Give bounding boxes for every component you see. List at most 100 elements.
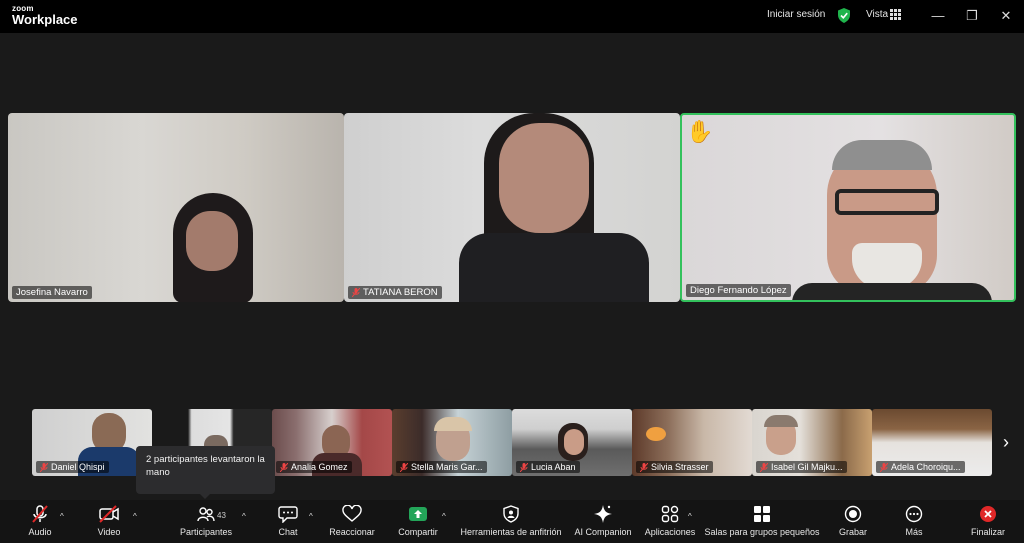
end-call-icon (977, 504, 999, 524)
tile-nametag: TATIANA BERON (348, 286, 442, 299)
mic-muted-icon (520, 462, 528, 472)
tile-nametag: Adela Choroiqu... (876, 461, 965, 473)
mic-muted-icon (352, 288, 360, 297)
tile-nametag: Josefina Navarro (12, 286, 92, 299)
chat-options-caret[interactable]: ^ (309, 512, 313, 521)
tile-nametag: Stella Maris Gar... (396, 461, 487, 473)
participants-options-caret[interactable]: ^ (242, 512, 246, 521)
share-options-caret[interactable]: ^ (442, 512, 446, 521)
mic-muted-icon (640, 462, 648, 472)
chat-button[interactable]: Chat (276, 504, 300, 542)
raised-hands-tooltip: 2 participantes levantaron la mano (136, 446, 275, 494)
participant-face (564, 429, 584, 455)
video-tile-diego[interactable]: ✋ Diego Fernando López (680, 113, 1016, 302)
security-shield-icon[interactable] (837, 8, 851, 23)
close-window-button[interactable]: ✕ (996, 7, 1016, 25)
tile-nametag: Isabel Gil Majku... (756, 461, 847, 473)
ai-companion-button[interactable]: AI Companion (572, 504, 634, 542)
tile-nametag: Analia Gomez (276, 461, 352, 473)
participant-shirt (792, 283, 992, 300)
participants-button[interactable]: Participantes (180, 504, 232, 542)
grid-view-icon[interactable] (890, 9, 901, 20)
video-options-caret[interactable]: ^ (133, 512, 137, 521)
strip-tile-isabel[interactable]: Isabel Gil Majku... (752, 409, 872, 476)
strip-tile-daniel[interactable]: Daniel Qhispi (32, 409, 152, 476)
tile-name: Silvia Strasser (651, 462, 709, 472)
tile-name: Josefina Navarro (16, 287, 88, 298)
record-label: Grabar (838, 527, 867, 537)
apps-icon (659, 504, 681, 524)
participant-hair (764, 415, 798, 427)
share-button[interactable]: Compartir (396, 504, 440, 542)
record-button[interactable]: Grabar (838, 504, 868, 542)
strip-tile-analia[interactable]: Analia Gomez (272, 409, 392, 476)
breakout-rooms-button[interactable]: Salas para grupos pequeños (704, 504, 820, 542)
tile-name: Stella Maris Gar... (411, 462, 483, 472)
restore-button[interactable]: ❐ (962, 7, 982, 25)
logo-big: Workplace (12, 12, 78, 27)
tile-name: Lucia Aban (531, 462, 576, 472)
tooltip-pointer (199, 493, 211, 499)
mic-muted-icon (280, 462, 288, 472)
tile-name: Daniel Qhispi (51, 462, 105, 472)
breakout-rooms-label: Salas para grupos pequeños (704, 527, 820, 537)
ai-companion-label: AI Companion (574, 527, 632, 537)
zoom-logo: zoom Workplace (12, 5, 78, 27)
participants-icon (195, 504, 217, 524)
audio-button[interactable]: Audio (25, 504, 55, 542)
tile-nametag: Diego Fernando López (686, 284, 791, 297)
tile-nametag: Daniel Qhispi (36, 461, 109, 473)
video-tile-josefina[interactable]: Josefina Navarro (8, 113, 344, 302)
more-label: Más (905, 527, 923, 537)
more-button[interactable]: Más (900, 504, 928, 542)
participant-glasses (835, 189, 939, 215)
participant-face (499, 123, 589, 233)
apps-button[interactable]: Aplicaciones (644, 504, 696, 542)
mic-muted-icon (760, 462, 768, 472)
audio-options-caret[interactable]: ^ (60, 512, 64, 521)
apps-options-caret[interactable]: ^ (688, 512, 692, 521)
video-label: Video (97, 527, 121, 537)
tile-name: Diego Fernando López (690, 285, 787, 296)
participants-label: Participantes (179, 527, 233, 537)
mic-muted-icon (29, 504, 51, 524)
video-tile-tatiana[interactable]: TATIANA BERON (344, 113, 680, 302)
host-tools-label: Herramientas de anfitrión (460, 527, 562, 537)
strip-tile-lucia[interactable]: Lucia Aban (512, 409, 632, 476)
participant-hair (832, 140, 932, 170)
react-button[interactable]: Reaccionar (328, 504, 376, 542)
participant-shirt (459, 233, 649, 302)
strip-tile-stella[interactable]: Stella Maris Gar... (392, 409, 512, 476)
react-label: Reaccionar (329, 527, 375, 537)
tile-name: TATIANA BERON (363, 287, 438, 298)
mic-muted-icon (400, 462, 408, 472)
end-meeting-button[interactable]: Finalizar (970, 504, 1006, 542)
host-tools-button[interactable]: Herramientas de anfitrión (460, 504, 562, 542)
video-button[interactable]: Video (94, 504, 124, 542)
participant-hair (434, 417, 472, 431)
chat-label: Chat (278, 527, 298, 537)
view-button[interactable]: Vista (866, 9, 888, 20)
signin-link[interactable]: Iniciar sesión (767, 9, 825, 20)
share-screen-icon (407, 504, 429, 524)
participant-face (186, 211, 238, 271)
minimize-button[interactable]: — (928, 7, 948, 25)
host-shield-icon (500, 504, 522, 524)
chat-icon (277, 504, 299, 524)
sparkle-icon (592, 504, 614, 524)
strip-tile-silvia[interactable]: Silvia Strasser (632, 409, 752, 476)
next-page-arrow-icon[interactable]: › (1003, 432, 1017, 452)
video-off-icon (98, 504, 120, 524)
tile-nametag: Lucia Aban (516, 461, 580, 473)
meeting-toolbar: Audio ^ Video ^ Participantes 43 ^ Chat … (0, 500, 1024, 543)
strip-tile-adela[interactable]: Adela Choroiqu... (872, 409, 992, 476)
end-meeting-label: Finalizar (970, 527, 1005, 537)
more-icon (903, 504, 925, 524)
record-icon (842, 504, 864, 524)
lamp-light (646, 427, 666, 441)
tile-nametag: Silvia Strasser (636, 461, 713, 473)
apps-label: Aplicaciones (644, 527, 696, 537)
share-label: Compartir (398, 527, 438, 537)
participants-count: 43 (217, 511, 226, 520)
audio-label: Audio (28, 527, 52, 537)
